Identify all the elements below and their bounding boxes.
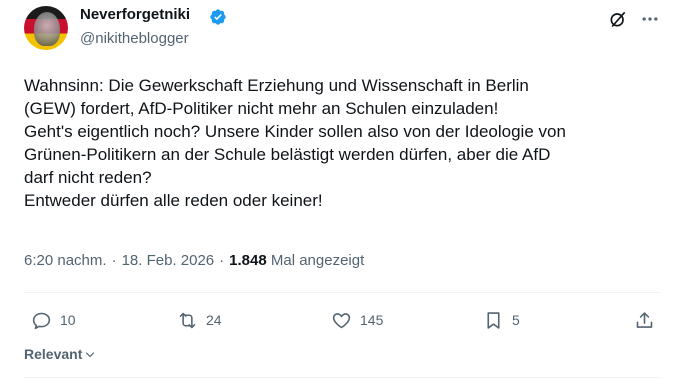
like-button[interactable]: 145 [331, 308, 383, 332]
tweet-date[interactable]: 18. Feb. 2026 [122, 252, 215, 269]
reply-count: 10 [60, 312, 76, 328]
bookmark-button[interactable]: 5 [483, 308, 520, 332]
author-handle[interactable]: @nikitheblogger [80, 30, 189, 47]
tweet-text: Wahnsinn: Die Gewerkschaft Erziehung und… [24, 76, 566, 210]
chevron-down-icon [86, 352, 95, 358]
grok-icon[interactable] [608, 9, 628, 29]
heart-icon [332, 312, 351, 328]
views-count: 1.848 [229, 252, 267, 269]
repost-count: 24 [206, 312, 222, 328]
repost-icon [179, 312, 196, 328]
sort-relevant-dropdown[interactable]: Relevant [24, 346, 96, 362]
like-count: 145 [360, 312, 384, 328]
meta-separator: · [111, 252, 117, 269]
bookmark-icon [487, 311, 500, 329]
divider [24, 377, 660, 378]
sort-label: Relevant [24, 346, 83, 362]
repost-button[interactable]: 24 [177, 308, 222, 332]
bookmark-count: 5 [512, 312, 520, 328]
tweet-time[interactable]: 6:20 nachm. [24, 252, 107, 269]
divider [24, 292, 660, 293]
share-button[interactable] [634, 308, 655, 332]
share-icon [636, 311, 653, 328]
tweet-meta: 6:20 nachm. · 18. Feb. 2026 · 1.848 Mal ange… [24, 252, 364, 269]
meta-separator: · [219, 252, 225, 269]
reply-button[interactable]: 10 [31, 308, 76, 332]
reply-icon [32, 312, 51, 329]
avatar-photo [34, 12, 60, 46]
verified-badge-icon [210, 9, 226, 25]
views-label: Mal angezeigt [270, 252, 365, 269]
more-dots-icon[interactable] [640, 9, 660, 29]
author-display-name[interactable]: Neverforgetniki [80, 6, 190, 23]
avatar[interactable] [24, 6, 68, 50]
